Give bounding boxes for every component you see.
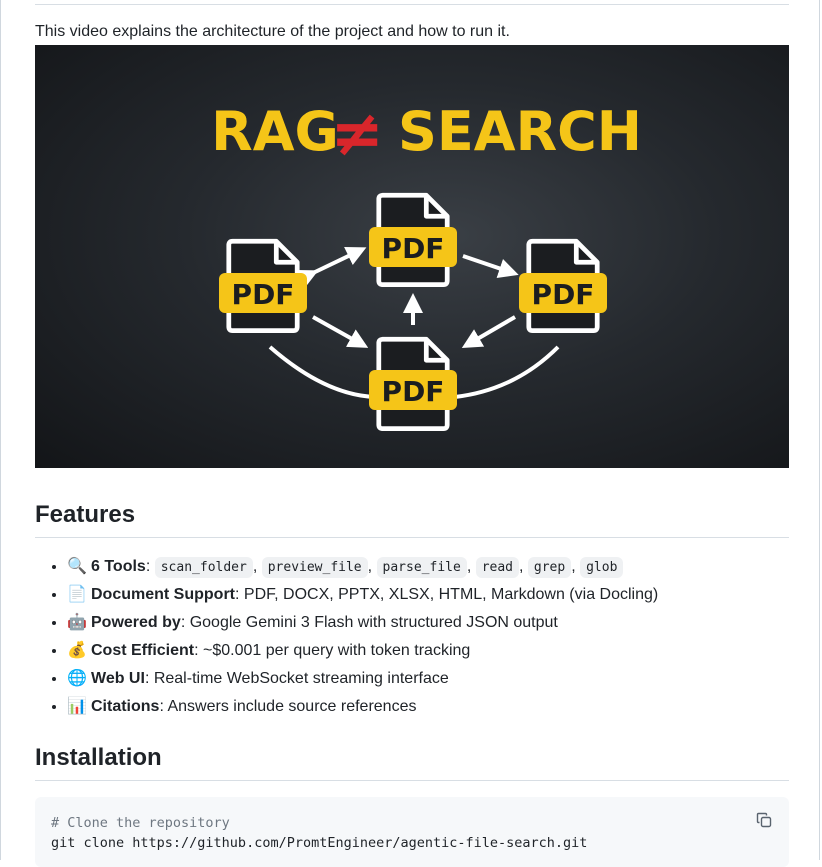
list-item: 🌐Web UI: Real-time WebSocket streaming i… xyxy=(67,665,658,693)
feature-text: : Real-time WebSocket streaming interfac… xyxy=(144,670,449,687)
code-comment: # Clone the repository xyxy=(51,815,230,831)
svg-text:PDF: PDF xyxy=(532,278,595,311)
list-item: 📊Citations: Answers include source refer… xyxy=(67,693,658,721)
copy-button[interactable] xyxy=(753,809,775,831)
code-scan-folder: scan_folder xyxy=(154,557,253,578)
document-icon: 📄 xyxy=(67,586,87,603)
code-preview-file: preview_file xyxy=(261,557,368,578)
pdf-file-icon-right: PDF xyxy=(519,241,607,330)
video-thumbnail[interactable]: RAG ≠ SEARCH PDF PDF PDF PDF xyxy=(35,45,789,468)
headline-symbol: ≠ xyxy=(330,97,384,171)
feature-title: Powered by xyxy=(91,614,181,631)
feature-title: Web UI xyxy=(91,670,145,687)
features-heading: Features xyxy=(35,501,136,528)
headline-right: SEARCH xyxy=(398,100,642,163)
feature-text: : Google Gemini 3 Flash with structured … xyxy=(180,614,558,631)
list-item: 💰Cost Efficient: ~$0.001 per query with … xyxy=(67,637,658,665)
bar-chart-icon: 📊 xyxy=(67,698,87,715)
headline-left: RAG xyxy=(211,100,339,163)
divider xyxy=(35,4,789,5)
svg-text:PDF: PDF xyxy=(382,375,445,408)
arrow-left-top xyxy=(296,247,367,289)
globe-icon: 🌐 xyxy=(67,670,87,687)
arrow-top-right xyxy=(462,254,519,278)
code-grep: grep xyxy=(527,557,572,578)
svg-text:PDF: PDF xyxy=(382,232,445,265)
code-content[interactable]: # Clone the repository git clone https:/… xyxy=(51,813,587,853)
svg-text:PDF: PDF xyxy=(232,278,295,311)
magnifier-icon: 🔍 xyxy=(67,558,87,575)
feature-text: : ~$0.001 per query with token tracking xyxy=(194,642,471,659)
list-item: 🤖Powered by: Google Gemini 3 Flash with … xyxy=(67,609,658,637)
arrow-right-bottom xyxy=(461,315,517,349)
thumbnail-graphic: RAG ≠ SEARCH PDF PDF PDF PDF xyxy=(211,97,642,468)
pdf-file-icon-left: PDF xyxy=(219,241,307,330)
money-bag-icon: 💰 xyxy=(67,642,87,659)
feature-title: Cost Efficient xyxy=(91,642,195,659)
code-block: # Clone the repository git clone https:/… xyxy=(35,797,789,867)
arrow-left-bottom xyxy=(312,315,369,348)
divider xyxy=(35,537,789,538)
code-glob: glob xyxy=(580,557,624,578)
feature-title: Citations xyxy=(91,698,160,715)
feature-title: Document Support xyxy=(91,586,235,603)
feature-text: : Answers include source references xyxy=(159,698,417,715)
copy-icon xyxy=(756,812,772,828)
divider xyxy=(35,780,789,781)
feature-title: 6 Tools xyxy=(91,558,146,575)
feature-text: : PDF, DOCX, PPTX, XLSX, HTML, Markdown … xyxy=(235,586,659,603)
pdf-file-icon-top: PDF xyxy=(369,195,457,284)
installation-heading: Installation xyxy=(35,744,162,771)
list-item: 📄Document Support: PDF, DOCX, PPTX, XLSX… xyxy=(67,581,658,609)
curve-left xyxy=(268,345,376,399)
robot-icon: 🤖 xyxy=(67,614,87,631)
list-item: 🔍6 Tools: scan_folder, preview_file, par… xyxy=(67,553,658,581)
code-read: read xyxy=(475,557,520,578)
intro-text: This video explains the architecture of … xyxy=(35,23,510,40)
code-parse-file: parse_file xyxy=(376,557,467,578)
features-list: 🔍6 Tools: scan_folder, preview_file, par… xyxy=(35,553,658,721)
pdf-file-icon-bottom: PDF xyxy=(369,339,457,428)
curve-right xyxy=(454,345,560,399)
